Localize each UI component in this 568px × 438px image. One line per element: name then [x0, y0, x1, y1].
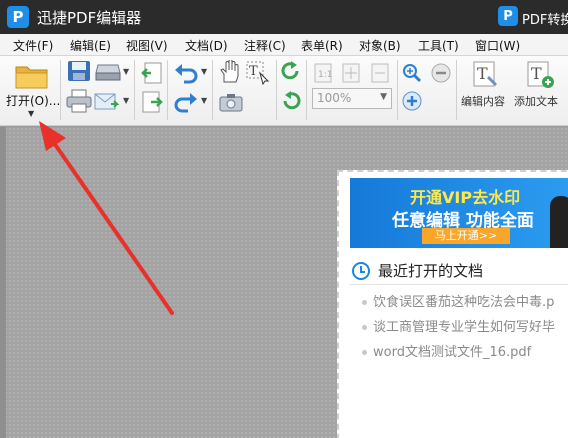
annotation-arrow-icon — [39, 121, 174, 315]
